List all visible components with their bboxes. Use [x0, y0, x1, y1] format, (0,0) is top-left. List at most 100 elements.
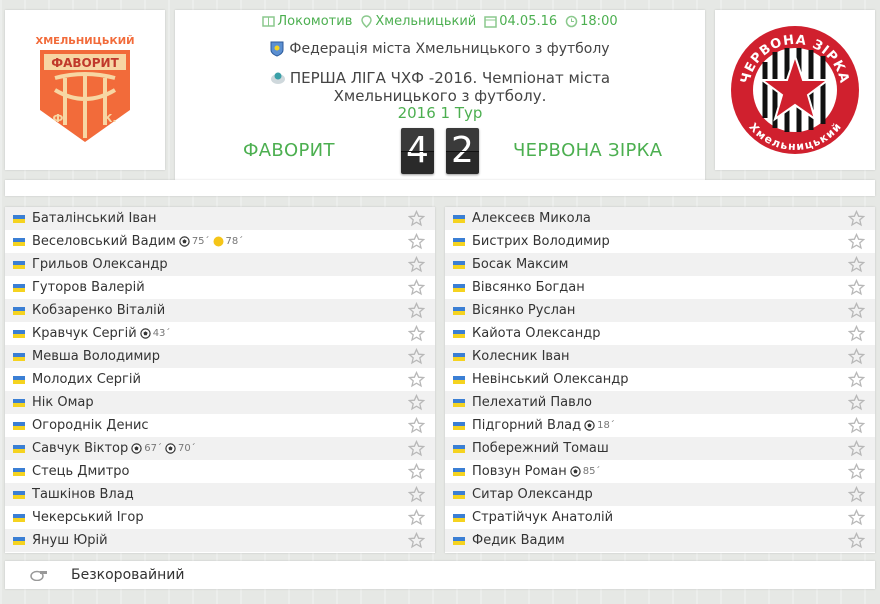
player-row[interactable]: Чекерський Ігор	[5, 506, 435, 529]
favorite-star-icon[interactable]	[848, 279, 865, 296]
player-name[interactable]: Бистрих Володимир	[472, 234, 610, 249]
favorite-star-icon[interactable]	[848, 233, 865, 250]
favorite-star-icon[interactable]	[848, 486, 865, 503]
player-row[interactable]: Гуторов Валерій	[5, 276, 435, 299]
favorite-star-icon[interactable]	[408, 325, 425, 342]
league-link[interactable]: ПЕРША ЛІГА ЧХФ -2016. Чемпіонат міста Хм…	[215, 69, 665, 105]
favorite-star-icon[interactable]	[408, 486, 425, 503]
favorite-star-icon[interactable]	[408, 371, 425, 388]
player-row[interactable]: Пелехатий Павло	[445, 391, 875, 414]
favorite-star-icon[interactable]	[848, 302, 865, 319]
favorite-star-icon[interactable]	[848, 509, 865, 526]
stadium-meta[interactable]: Локомотив	[262, 14, 352, 29]
player-name[interactable]: Невінський Олександр	[472, 372, 628, 387]
home-team-name[interactable]: ФАВОРИТ	[243, 140, 335, 161]
player-name[interactable]: Стратійчук Анатолій	[472, 510, 613, 525]
player-name[interactable]: Колесник Іван	[472, 349, 570, 364]
favorite-star-icon[interactable]	[848, 394, 865, 411]
player-name[interactable]: Кобзаренко Віталій	[32, 303, 165, 318]
favorite-star-icon[interactable]	[408, 417, 425, 434]
player-name[interactable]: Стець Дмитро	[32, 464, 129, 479]
player-row[interactable]: Підгорний Влад 18´	[445, 414, 875, 437]
favorite-star-icon[interactable]	[408, 532, 425, 549]
away-team-name[interactable]: ЧЕРВОНА ЗІРКА	[513, 140, 662, 161]
player-name[interactable]: Кайота Олександр	[472, 326, 601, 341]
player-row[interactable]: Грильов Олександр	[5, 253, 435, 276]
clock-icon	[565, 15, 578, 28]
player-row[interactable]: Алексеєв Микола	[445, 207, 875, 230]
referee-name[interactable]: Безкоровайний	[71, 567, 184, 583]
favorite-star-icon[interactable]	[408, 394, 425, 411]
player-row[interactable]: Федик Вадим	[445, 529, 875, 552]
player-row[interactable]: Побережний Томаш	[445, 437, 875, 460]
player-name[interactable]: Нік Омар	[32, 395, 94, 410]
player-row[interactable]: Баталінський Іван	[5, 207, 435, 230]
player-row[interactable]: Кравчук Сергій 43´	[5, 322, 435, 345]
player-name[interactable]: Ташкінов Влад	[32, 487, 134, 502]
player-name[interactable]: Молодих Сергій	[32, 372, 141, 387]
player-row[interactable]: Веселовський Вадим 75´ 78´	[5, 230, 435, 253]
player-row[interactable]: Молодих Сергій	[5, 368, 435, 391]
player-name[interactable]: Кравчук Сергій	[32, 326, 137, 341]
favorite-star-icon[interactable]	[408, 463, 425, 480]
player-name[interactable]: Савчук Віктор	[32, 441, 128, 456]
city-meta[interactable]: Хмельницький	[360, 14, 476, 29]
player-name[interactable]: Федик Вадим	[472, 533, 565, 548]
favorite-star-icon[interactable]	[848, 371, 865, 388]
player-row[interactable]: Колесник Іван	[445, 345, 875, 368]
favorite-star-icon[interactable]	[408, 210, 425, 227]
player-row[interactable]: Невінський Олександр	[445, 368, 875, 391]
player-name[interactable]: Повзун Роман	[472, 464, 567, 479]
player-name[interactable]: Баталінський Іван	[32, 211, 157, 226]
player-name[interactable]: Чекерський Ігор	[32, 510, 144, 525]
player-row[interactable]: Босак Максим	[445, 253, 875, 276]
player-row[interactable]: Стець Дмитро	[5, 460, 435, 483]
player-name[interactable]: Вівсянко Богдан	[472, 280, 585, 295]
favorite-star-icon[interactable]	[408, 509, 425, 526]
player-name[interactable]: Грильов Олександр	[32, 257, 168, 272]
player-row[interactable]: Ташкінов Влад	[5, 483, 435, 506]
favorite-star-icon[interactable]	[848, 440, 865, 457]
favorite-star-icon[interactable]	[848, 463, 865, 480]
favorite-star-icon[interactable]	[848, 256, 865, 273]
player-row[interactable]: Мевша Володимир	[5, 345, 435, 368]
player-name[interactable]: Огороднік Денис	[32, 418, 149, 433]
player-row[interactable]: Ситар Олександр	[445, 483, 875, 506]
player-name[interactable]: Побережний Томаш	[472, 441, 609, 456]
favorite-star-icon[interactable]	[848, 325, 865, 342]
favorite-star-icon[interactable]	[408, 256, 425, 273]
home-team-logo-card[interactable]: ХМЕЛЬНИЦЬКИЙ ФАВОРИТ Ф. К.	[5, 10, 165, 170]
favorite-star-icon[interactable]	[848, 417, 865, 434]
favorite-star-icon[interactable]	[848, 532, 865, 549]
player-name[interactable]: Веселовський Вадим	[32, 234, 176, 249]
player-row[interactable]: Бистрих Володимир	[445, 230, 875, 253]
favorite-star-icon[interactable]	[408, 233, 425, 250]
player-row[interactable]: Вівсянко Богдан	[445, 276, 875, 299]
player-name[interactable]: Гуторов Валерій	[32, 280, 145, 295]
player-row[interactable]: Нік Омар	[5, 391, 435, 414]
player-name[interactable]: Підгорний Влад	[472, 418, 581, 433]
federation-link[interactable]: Федерація міста Хмельницького з футболу	[175, 41, 705, 57]
player-row[interactable]: Повзун Роман 85´	[445, 460, 875, 483]
favorite-star-icon[interactable]	[848, 210, 865, 227]
favorite-star-icon[interactable]	[408, 279, 425, 296]
player-name[interactable]: Алексеєв Микола	[472, 211, 591, 226]
player-row[interactable]: Януш Юрій	[5, 529, 435, 552]
player-row[interactable]: Кайота Олександр	[445, 322, 875, 345]
away-team-logo-card[interactable]: ЧЕРВОНА ЗІРКА Хмельницький	[715, 10, 875, 170]
player-name[interactable]: Вісянко Руслан	[472, 303, 575, 318]
player-name[interactable]: Босак Максим	[472, 257, 568, 272]
favorite-star-icon[interactable]	[408, 302, 425, 319]
player-row[interactable]: Огороднік Денис	[5, 414, 435, 437]
player-row[interactable]: Вісянко Руслан	[445, 299, 875, 322]
player-name[interactable]: Пелехатий Павло	[472, 395, 592, 410]
player-name[interactable]: Януш Юрій	[32, 533, 108, 548]
player-row[interactable]: Стратійчук Анатолій	[445, 506, 875, 529]
favorite-star-icon[interactable]	[408, 348, 425, 365]
player-row[interactable]: Кобзаренко Віталій	[5, 299, 435, 322]
favorite-star-icon[interactable]	[408, 440, 425, 457]
favorite-star-icon[interactable]	[848, 348, 865, 365]
player-name[interactable]: Мевша Володимир	[32, 349, 160, 364]
player-row[interactable]: Савчук Віктор 67´ 70´	[5, 437, 435, 460]
player-name[interactable]: Ситар Олександр	[472, 487, 593, 502]
